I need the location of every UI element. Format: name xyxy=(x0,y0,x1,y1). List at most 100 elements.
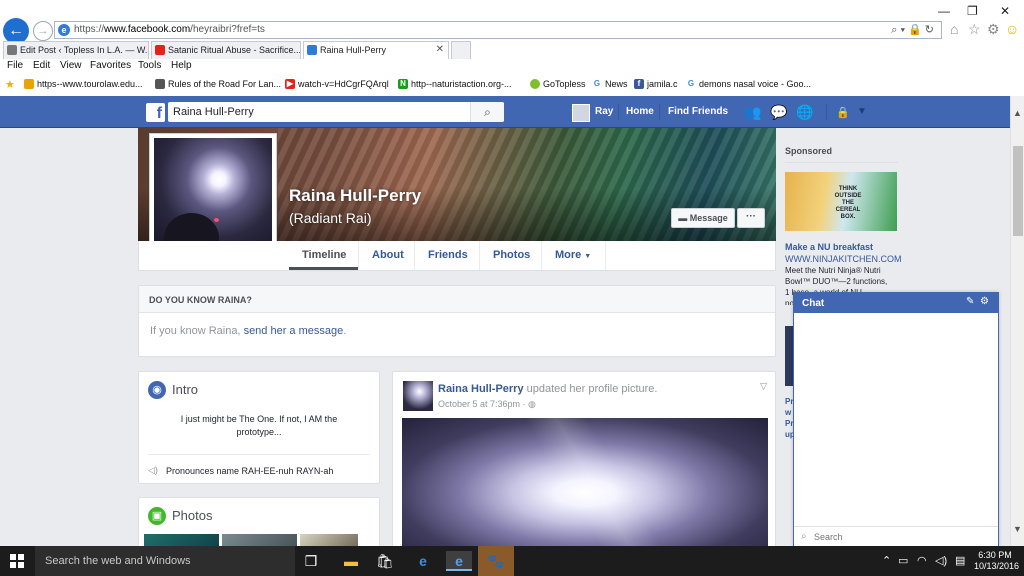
message-icon: ▬ xyxy=(678,213,690,223)
windows-taskbar: Search the web and Windows ❒ ▬ 🛍 e e 🐾 ⌃… xyxy=(0,546,1024,576)
minimize-button[interactable]: — xyxy=(938,4,950,18)
photos-title[interactable]: Photos xyxy=(172,508,212,523)
home-icon[interactable]: ⌂ xyxy=(950,21,958,37)
app-thumbnail-icon[interactable]: 🐾 xyxy=(478,546,514,576)
lock-icon[interactable]: 🔒 xyxy=(908,24,925,36)
address-bar[interactable]: e https://www.facebook.com/heyraibri?fre… xyxy=(54,21,942,39)
profile-link[interactable]: Ray xyxy=(595,106,613,117)
notifications-globe-icon[interactable]: 🌐 xyxy=(796,104,813,121)
favorite-link[interactable]: GoTopless xyxy=(530,79,586,89)
smiley-icon[interactable]: ☺ xyxy=(1005,21,1019,37)
tab-more[interactable]: More ▼ xyxy=(541,241,604,270)
message-button[interactable]: ▬ Message xyxy=(671,208,735,228)
find-friends-link[interactable]: Find Friends xyxy=(668,106,728,117)
scroll-up-icon[interactable]: ▲ xyxy=(1013,108,1022,118)
browser-tab-active[interactable]: Raina Hull-Perry ✕ xyxy=(303,41,449,59)
close-tab-icon[interactable]: ✕ xyxy=(436,44,444,55)
tray-chevron-icon[interactable]: ⌃ xyxy=(882,554,891,567)
menu-edit[interactable]: Edit xyxy=(33,60,50,71)
google-icon: G xyxy=(592,79,602,89)
file-explorer-icon[interactable]: ▬ xyxy=(338,551,364,571)
favorite-link[interactable]: ▶ watch-v=HdCgrFQArql xyxy=(285,79,389,89)
tab-about[interactable]: About xyxy=(358,241,417,270)
more-options-button[interactable]: ··· xyxy=(737,208,765,228)
scrollbar-thumb[interactable] xyxy=(1013,146,1023,236)
menu-help[interactable]: Help xyxy=(171,60,192,71)
friend-requests-icon[interactable]: 👥 xyxy=(744,104,761,121)
favorites-star-icon[interactable]: ★ xyxy=(5,78,15,91)
menu-file[interactable]: File xyxy=(7,60,23,71)
ad-url[interactable]: WWW.NINJAKITCHEN.COM xyxy=(785,254,902,264)
sponsored-title: Sponsored xyxy=(785,146,833,156)
tab-photos[interactable]: Photos xyxy=(479,241,543,270)
ad-headline[interactable]: Make a NU breakfast xyxy=(785,242,873,252)
search-icon[interactable]: ⌕ xyxy=(470,102,504,122)
browser-tab[interactable]: Satanic Ritual Abuse - Sacrifice... xyxy=(151,41,301,59)
facebook-search-input[interactable] xyxy=(168,102,468,122)
favorite-link[interactable]: Gdemons nasal voice - Goo... xyxy=(686,79,811,89)
avatar[interactable] xyxy=(572,104,590,122)
chat-search-input[interactable] xyxy=(814,529,994,545)
n-icon: N xyxy=(398,79,408,89)
account-dropdown-icon[interactable]: ▼ xyxy=(857,106,867,117)
edge-icon[interactable]: e xyxy=(410,551,436,571)
favorite-link[interactable]: Rules of the Road For Lan... xyxy=(155,79,281,89)
internet-explorer-icon[interactable]: e xyxy=(446,551,472,571)
refresh-icon[interactable]: ↻ xyxy=(925,24,937,36)
menu-view[interactable]: View xyxy=(60,60,82,71)
messages-icon[interactable]: 💬 xyxy=(770,104,787,121)
close-window-button[interactable]: ✕ xyxy=(1000,4,1010,18)
post-photo[interactable] xyxy=(402,418,768,560)
volume-icon[interactable]: ◁) xyxy=(935,554,947,567)
wifi-icon[interactable]: ◠ xyxy=(917,554,927,567)
profile-name[interactable]: Raina Hull-Perry xyxy=(289,186,421,206)
gear-icon[interactable]: ⚙ xyxy=(987,21,1000,38)
browser-chrome: ← → e https://www.facebook.com/heyraibri… xyxy=(0,0,1024,96)
favorite-link[interactable]: https--www.tourolaw.edu... xyxy=(24,79,143,89)
chevron-down-icon: ▼ xyxy=(584,253,592,260)
favorite-link[interactable]: f jamila.c xyxy=(634,79,678,89)
forward-button[interactable]: → xyxy=(33,21,53,41)
battery-icon[interactable]: ▭ xyxy=(898,554,908,567)
scroll-down-icon[interactable]: ▼ xyxy=(1013,524,1022,534)
menu-tools[interactable]: Tools xyxy=(138,60,161,71)
task-view-icon[interactable]: ❒ xyxy=(298,551,324,571)
youtube-icon xyxy=(155,45,165,55)
facebook-logo-icon[interactable]: f xyxy=(146,103,165,122)
know-suffix: . xyxy=(343,325,347,337)
favorite-link[interactable]: G News xyxy=(592,79,628,89)
favorite-label: watch-v=HdCgrFQArql xyxy=(298,79,389,89)
post-timestamp[interactable]: October 5 at 7:36pm · ◍ xyxy=(438,399,536,410)
compose-icon[interactable]: ✎ xyxy=(966,296,974,307)
chat-header[interactable]: Chat ✎ ⚙ xyxy=(794,293,998,313)
post-author-link[interactable]: Raina Hull-Perry xyxy=(438,383,524,395)
post-header: Raina Hull-Perry updated her profile pict… xyxy=(438,383,657,395)
favorite-label: GoTopless xyxy=(543,79,586,89)
divider xyxy=(148,454,370,455)
dropdown-icon[interactable]: ▾ xyxy=(900,24,908,36)
windows-start-icon[interactable] xyxy=(10,554,24,568)
store-icon[interactable]: 🛍 xyxy=(372,551,398,571)
ad-image[interactable]: THINK OUTSIDE THE CEREAL BOX. xyxy=(785,172,897,231)
browser-tab[interactable]: Edit Post ‹ Topless In L.A. — W... xyxy=(3,41,149,59)
action-center-icon[interactable]: ▤ xyxy=(955,554,965,567)
gear-icon[interactable]: ⚙ xyxy=(980,296,989,307)
favorites-star-icon[interactable]: ☆ xyxy=(968,21,981,38)
menu-favorites[interactable]: Favorites xyxy=(90,60,131,71)
photos-icon: ▣ xyxy=(148,507,166,525)
home-link[interactable]: Home xyxy=(626,106,654,117)
post-options-chevron-icon[interactable]: ▽ xyxy=(760,381,767,392)
new-tab-button[interactable] xyxy=(451,41,471,59)
favorite-link[interactable]: Nhttp--naturistaction.org-... xyxy=(398,79,512,89)
tab-timeline[interactable]: Timeline xyxy=(289,241,360,270)
page-scrollbar[interactable]: ▲ ▼ xyxy=(1010,96,1024,546)
taskbar-search[interactable]: Search the web and Windows xyxy=(35,546,295,576)
send-message-link[interactable]: send her a message xyxy=(244,325,344,337)
profile-tabs: Timeline About Friends Photos More ▼ xyxy=(138,241,776,271)
favorites-bar: ★ https--www.tourolaw.edu... Rules of th… xyxy=(0,77,1024,93)
post-author-avatar[interactable] xyxy=(403,381,433,411)
taskbar-clock[interactable]: 6:30 PM 10/13/2016 xyxy=(974,550,1019,572)
privacy-lock-icon[interactable]: 🔒 xyxy=(836,106,850,119)
tab-friends[interactable]: Friends xyxy=(414,241,481,270)
restore-button[interactable]: ❐ xyxy=(967,4,978,18)
